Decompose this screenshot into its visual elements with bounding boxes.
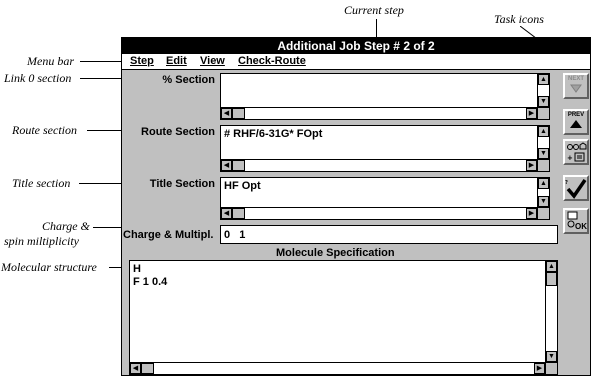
molecule-tools-button[interactable]: + [563,139,589,165]
svg-text:+: + [567,154,573,162]
molecule-line-1: H [133,263,141,275]
scroll-left-icon[interactable]: ◀ [221,208,232,219]
menu-check-route[interactable]: Check-Route [238,54,306,69]
menu-edit[interactable]: Edit [166,54,187,69]
percent-hscroll[interactable]: ◀ ▶ [221,107,537,119]
title-section-value: HF Opt [224,180,261,192]
scroll-right-icon[interactable]: ▶ [526,108,537,119]
link0-section-callout: Link 0 section [4,71,72,85]
prev-arrow-icon [570,120,582,128]
task-icons-callout: Task icons [494,12,544,26]
percent-section-input[interactable]: ▲ ▼ ◀ ▶ [220,73,550,120]
molecule-spec-input[interactable]: H F 1 0.4 ▲ ▼ ◀ ▶ [129,260,558,375]
scroll-thumb[interactable] [232,108,245,119]
route-section-value: # RHF/6-31G* FOpt [224,128,323,140]
scroll-up-icon[interactable]: ▲ [546,261,557,272]
title-hscroll[interactable]: ◀ ▶ [221,207,537,219]
charge-callout-line2: spin miltiplicity [4,234,79,248]
scroll-left-icon[interactable]: ◀ [221,160,232,171]
scroll-corner [537,207,549,219]
title-section-input[interactable]: HF Opt ▲ ▼ ◀ ▶ [220,177,550,220]
route-hscroll[interactable]: ◀ ▶ [221,159,537,171]
job-step-window: Additional Job Step # 2 of 2 Step Edit V… [121,37,591,376]
molecule-line-2: F 1 0.4 [133,276,168,288]
route-section-label: Route Section [141,126,215,138]
menu-bar: Step Edit View Check-Route [122,54,590,70]
scroll-up-icon[interactable]: ▲ [538,126,549,137]
title-section-callout: Title section [12,176,71,190]
next-arrow-icon [570,84,582,93]
ok-button-label: OK [575,222,587,231]
scroll-thumb[interactable] [546,272,557,286]
charge-multiplicity-value: 0 1 [224,229,246,241]
check-button[interactable]: ? [563,175,589,201]
scroll-corner [545,362,557,374]
percent-vscroll[interactable]: ▲ ▼ [537,74,549,107]
scroll-right-icon[interactable]: ▶ [526,208,537,219]
scroll-left-icon[interactable]: ◀ [221,108,232,119]
menu-bar-callout: Menu bar [27,54,74,68]
route-vscroll[interactable]: ▲ ▼ [537,126,549,159]
molecule-vscroll[interactable]: ▲ ▼ [545,261,557,362]
scroll-down-icon[interactable]: ▼ [546,351,557,362]
title-section-label: Title Section [149,178,215,190]
molecule-hscroll[interactable]: ◀ ▶ [130,362,545,374]
next-button[interactable]: NEXT [563,73,589,99]
charge-callout-line1: Charge & [42,219,90,233]
charge-multiplicity-input[interactable]: 0 1 [220,225,558,244]
ok-button[interactable]: OK [563,208,589,234]
menu-view[interactable]: View [200,54,225,69]
prev-button[interactable]: PREV [563,109,589,135]
menu-step[interactable]: Step [130,54,154,69]
scroll-down-icon[interactable]: ▼ [538,148,549,159]
scroll-right-icon[interactable]: ▶ [526,160,537,171]
charge-leader [93,227,121,228]
scroll-down-icon[interactable]: ▼ [538,196,549,207]
scroll-thumb[interactable] [232,160,245,171]
scroll-down-icon[interactable]: ▼ [538,96,549,107]
scroll-corner [537,159,549,171]
current-step-callout: Current step [344,3,404,17]
molecule-tools-icon: + [567,142,587,162]
scroll-up-icon[interactable]: ▲ [538,178,549,189]
route-section-input[interactable]: # RHF/6-31G* FOpt ▲ ▼ ◀ ▶ [220,125,550,172]
percent-section-label: % Section [162,74,215,86]
molecular-structure-callout: Molecular structure [1,260,97,274]
scroll-corner [537,107,549,119]
scroll-right-icon[interactable]: ▶ [534,363,545,374]
scroll-up-icon[interactable]: ▲ [538,74,549,85]
current-step-leader [376,19,377,38]
svg-text:?: ? [565,180,568,186]
scroll-thumb[interactable] [141,363,154,374]
scroll-thumb[interactable] [232,208,245,219]
molecule-spec-header: Molecule Specification [276,247,395,259]
scroll-left-icon[interactable]: ◀ [130,363,141,374]
title-vscroll[interactable]: ▲ ▼ [537,178,549,207]
window-title: Additional Job Step # 2 of 2 [122,38,590,54]
charge-multiplicity-label: Charge & Multipl. [123,229,214,241]
checkmark-icon: ? [565,179,587,199]
route-section-callout: Route section [12,123,77,137]
